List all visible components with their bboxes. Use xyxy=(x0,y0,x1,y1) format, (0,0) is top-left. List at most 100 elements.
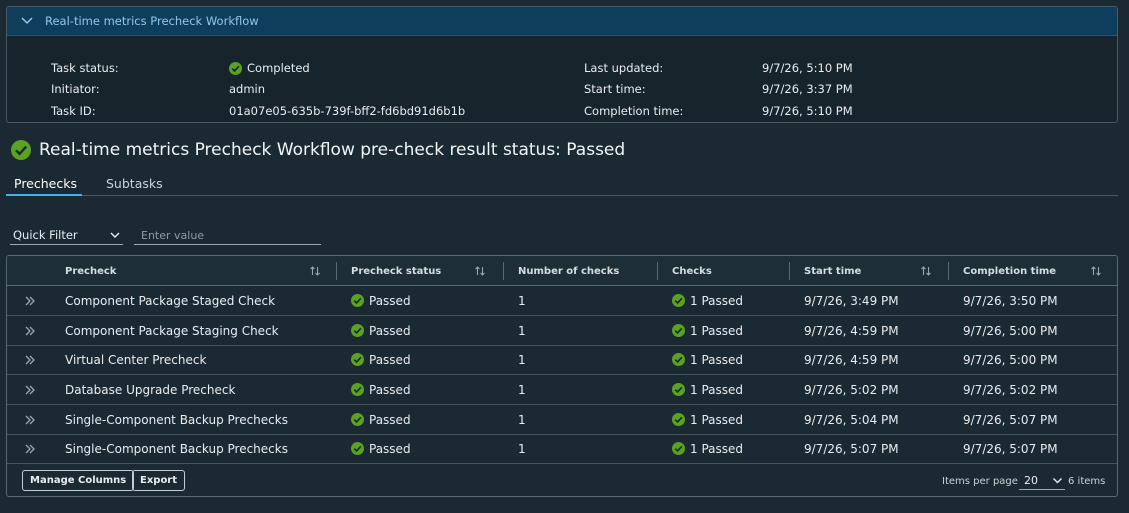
column-header-checks[interactable]: Checks xyxy=(672,256,712,286)
task-status-text: Completed xyxy=(247,61,310,75)
column-header-precheck[interactable]: Precheck xyxy=(65,256,116,286)
initiator-label: Initiator: xyxy=(51,82,100,96)
table-row[interactable]: Database Upgrade Precheck Passed 1 1 Pas… xyxy=(7,375,1117,405)
precheck-name: Single-Component Backup Prechecks xyxy=(65,441,288,456)
prechecks-table: Precheck Precheck status Number of check… xyxy=(6,255,1118,497)
start-time-cell: 9/7/26, 5:07 PM xyxy=(804,441,899,456)
precheck-status-text: Passed xyxy=(369,323,411,338)
tab-bar: Prechecks Subtasks xyxy=(6,172,1118,196)
precheck-status-cell: Passed xyxy=(351,345,411,374)
table-row[interactable]: Single-Component Backup Prechecks Passed… xyxy=(7,434,1117,464)
expand-row-icon[interactable] xyxy=(23,294,37,308)
initiator-value: admin xyxy=(229,82,266,96)
precheck-name: Component Package Staging Check xyxy=(65,323,279,338)
expand-row-icon[interactable] xyxy=(23,383,37,397)
workflow-card-header[interactable]: Real-time metrics Precheck Workflow xyxy=(7,7,1117,36)
precheck-status-text: Passed xyxy=(369,441,411,456)
column-header-precheck-status[interactable]: Precheck status xyxy=(351,256,441,286)
success-check-icon xyxy=(351,353,364,366)
sort-icon[interactable] xyxy=(309,265,321,277)
column-divider xyxy=(789,262,790,280)
completion-time-cell: 9/7/26, 5:07 PM xyxy=(963,441,1058,456)
checks-text: 1 Passed xyxy=(690,382,744,397)
table-header: Precheck Precheck status Number of check… xyxy=(7,256,1117,286)
completion-time-cell: 9/7/26, 5:02 PM xyxy=(963,382,1058,397)
success-check-icon xyxy=(672,413,685,426)
workflow-summary-card: Real-time metrics Precheck Workflow Task… xyxy=(6,6,1118,123)
success-check-icon xyxy=(351,383,364,396)
checks-text: 1 Passed xyxy=(690,412,744,427)
success-check-icon xyxy=(672,442,685,455)
table-row[interactable]: Virtual Center Precheck Passed 1 1 Passe… xyxy=(7,345,1117,375)
precheck-name: Virtual Center Precheck xyxy=(65,352,207,367)
success-check-icon xyxy=(351,442,364,455)
workflow-card-title: Real-time metrics Precheck Workflow xyxy=(45,14,259,28)
items-per-page-select[interactable]: 20 xyxy=(1019,473,1065,490)
number-of-checks: 1 xyxy=(518,323,526,338)
column-divider xyxy=(948,262,949,280)
task-status-label: Task status: xyxy=(51,61,119,75)
start-time-cell: 9/7/26, 5:04 PM xyxy=(804,412,899,427)
export-button[interactable]: Export xyxy=(132,470,186,491)
precheck-status-text: Passed xyxy=(369,352,411,367)
active-tab-indicator xyxy=(6,194,82,196)
page-title: Real-time metrics Precheck Workflow pre-… xyxy=(11,140,625,160)
items-per-page-label: Items per page xyxy=(942,476,1018,487)
precheck-status-cell: Passed xyxy=(351,316,411,345)
checks-cell: 1 Passed xyxy=(672,434,743,463)
checks-text: 1 Passed xyxy=(690,293,744,308)
column-header-number-of-checks[interactable]: Number of checks xyxy=(518,256,619,286)
items-per-page-value: 20 xyxy=(1024,474,1038,487)
success-check-icon xyxy=(11,140,31,160)
success-check-icon xyxy=(351,324,364,337)
start-time-cell: 9/7/26, 5:02 PM xyxy=(804,382,899,397)
checks-cell: 1 Passed xyxy=(672,345,743,374)
table-row[interactable]: Single-Component Backup Prechecks Passed… xyxy=(7,405,1117,435)
expand-row-icon[interactable] xyxy=(23,442,37,456)
success-check-icon xyxy=(672,324,685,337)
success-check-icon xyxy=(351,413,364,426)
quick-filter-select[interactable]: Quick Filter xyxy=(10,226,123,245)
completion-time-value: 9/7/26, 5:10 PM xyxy=(762,104,853,118)
table-footer: Manage Columns Export Items per page 20 … xyxy=(7,464,1117,496)
start-time-label: Start time: xyxy=(584,82,646,96)
precheck-status-cell: Passed xyxy=(351,434,411,463)
task-status-value: Completed xyxy=(229,61,310,75)
completion-time-cell: 9/7/26, 3:50 PM xyxy=(963,293,1058,308)
precheck-status-text: Passed xyxy=(369,382,411,397)
chevron-down-icon[interactable] xyxy=(19,13,35,29)
completion-time-cell: 9/7/26, 5:00 PM xyxy=(963,323,1058,338)
table-row[interactable]: Component Package Staging Check Passed 1… xyxy=(7,316,1117,346)
success-check-icon xyxy=(672,383,685,396)
success-check-icon xyxy=(229,61,242,75)
checks-text: 1 Passed xyxy=(690,323,744,338)
column-header-start-time[interactable]: Start time xyxy=(804,256,861,286)
column-header-completion-time[interactable]: Completion time xyxy=(963,256,1056,286)
completion-time-cell: 9/7/26, 5:07 PM xyxy=(963,412,1058,427)
success-check-icon xyxy=(351,294,364,307)
checks-cell: 1 Passed xyxy=(672,375,743,404)
sort-icon[interactable] xyxy=(920,265,932,277)
expand-row-icon[interactable] xyxy=(23,353,37,367)
checks-cell: 1 Passed xyxy=(672,316,743,345)
sort-icon[interactable] xyxy=(474,265,486,277)
precheck-status-text: Passed xyxy=(369,412,411,427)
expand-row-icon[interactable] xyxy=(23,324,37,338)
tab-prechecks[interactable]: Prechecks xyxy=(6,176,85,191)
filter-value-input[interactable] xyxy=(134,226,321,245)
task-id-value: 01a07e05-635b-739f-bff2-fd6bd91d6b1b xyxy=(229,104,466,118)
chevron-down-icon xyxy=(1053,478,1062,484)
expand-row-icon[interactable] xyxy=(23,413,37,427)
table-row[interactable]: Component Package Staged Check Passed 1 … xyxy=(7,286,1117,316)
tab-subtasks[interactable]: Subtasks xyxy=(98,176,171,191)
start-time-cell: 9/7/26, 4:59 PM xyxy=(804,352,899,367)
page-title-text: Real-time metrics Precheck Workflow pre-… xyxy=(39,140,626,160)
column-divider xyxy=(657,262,658,280)
sort-icon[interactable] xyxy=(1090,265,1102,277)
column-divider xyxy=(503,262,504,280)
column-divider xyxy=(336,262,337,280)
precheck-status-cell: Passed xyxy=(351,405,411,434)
start-time-value: 9/7/26, 3:37 PM xyxy=(762,82,853,96)
manage-columns-button[interactable]: Manage Columns xyxy=(22,470,135,491)
number-of-checks: 1 xyxy=(518,293,526,308)
